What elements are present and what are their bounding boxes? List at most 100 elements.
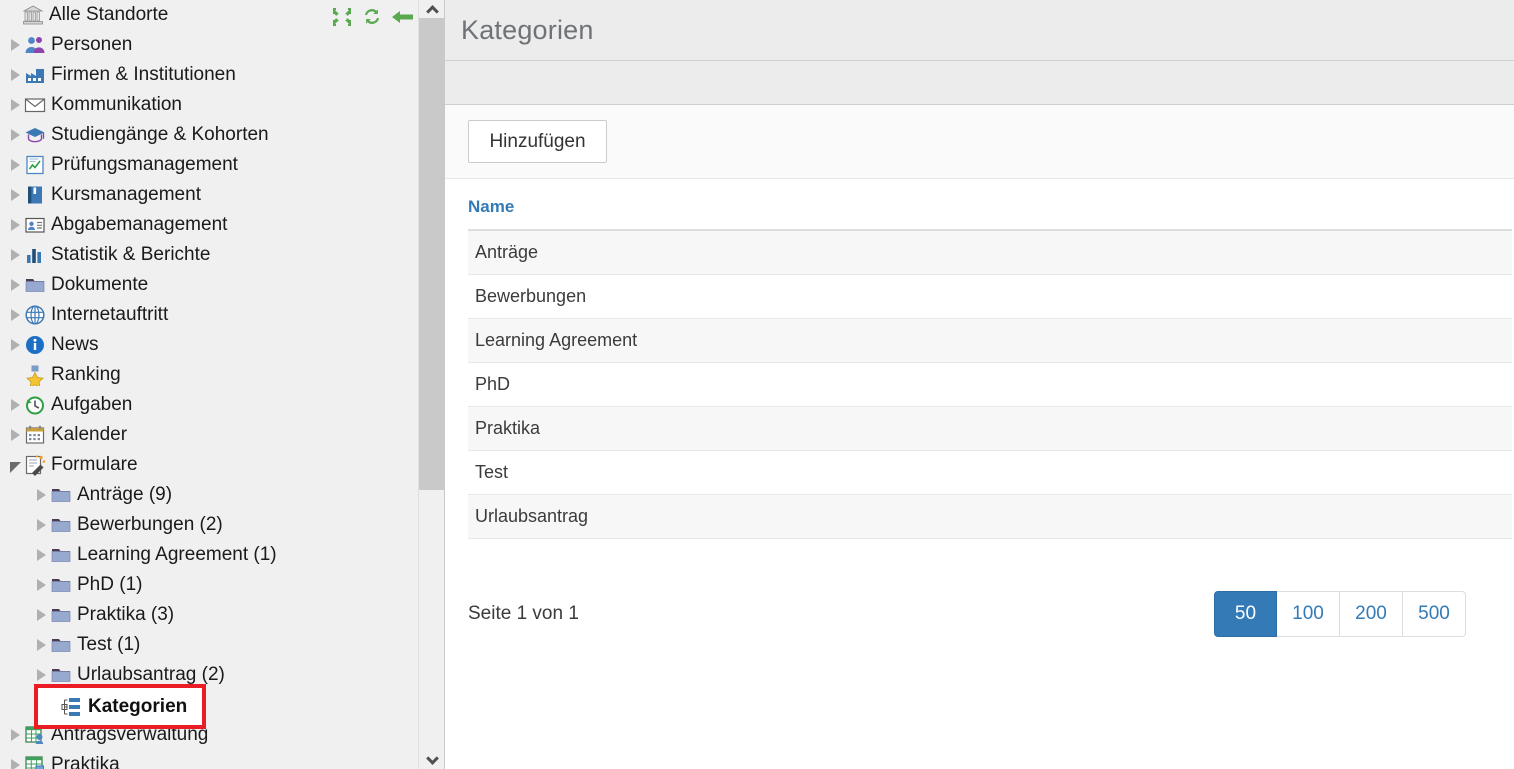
page-size-500[interactable]: 500	[1403, 590, 1466, 637]
expander-closed-icon[interactable]	[6, 300, 24, 330]
tree-item-pr-fungsmanagement[interactable]: Prüfungsmanagement	[0, 150, 418, 180]
table-head: Name	[468, 179, 1512, 231]
expander-closed-icon[interactable]	[6, 60, 24, 90]
tree-item-formulare[interactable]: Formulare	[0, 450, 418, 480]
tree-item-label: Urlaubsantrag (2)	[77, 664, 225, 685]
tree-item-label: Ranking	[51, 364, 121, 385]
table-row[interactable]: Test	[468, 450, 1512, 495]
tree-item-praktika[interactable]: Praktika	[0, 750, 418, 769]
users-icon	[24, 34, 46, 56]
expander-closed-icon[interactable]	[6, 390, 24, 420]
table-body: Anträge Bewerbungen Learning Agreement PhD P…	[468, 230, 1512, 539]
add-button[interactable]: Hinzufügen	[468, 120, 607, 163]
sidebar-scrollbar[interactable]	[418, 0, 444, 769]
expander-closed-icon[interactable]	[6, 120, 24, 150]
main-content: Kategorien Hinzufügen Name Anträge Bewerb…	[445, 0, 1514, 769]
refresh-icon[interactable]	[361, 6, 383, 33]
tree-item-kursmanagement[interactable]: Kursmanagement	[0, 180, 418, 210]
toolbar-strip	[445, 61, 1514, 105]
table-header-row: Name	[468, 179, 1512, 231]
tree-item-test-1[interactable]: Test (1)	[0, 630, 418, 660]
expander-closed-icon[interactable]	[32, 630, 50, 660]
expander-closed-icon[interactable]	[6, 420, 24, 450]
expander-closed-icon[interactable]	[6, 90, 24, 120]
table-container: Name Anträge Bewerbungen Learning Agreemen…	[445, 179, 1514, 539]
folder-icon	[50, 604, 72, 626]
tree-item-learning-agreement-1[interactable]: Learning Agreement (1)	[0, 540, 418, 570]
hierarchy-icon	[60, 696, 82, 718]
folder-icon	[50, 634, 72, 656]
highlight-box-content[interactable]: Kategorien	[34, 684, 206, 729]
tree-item-label: Aufgaben	[51, 394, 133, 415]
tree-item-label: Test (1)	[77, 634, 141, 655]
expander-closed-icon[interactable]	[6, 150, 24, 180]
tree-item-news[interactable]: News	[0, 330, 418, 360]
table-row[interactable]: Praktika	[468, 406, 1512, 451]
tree-item-kalender[interactable]: Kalender	[0, 420, 418, 450]
tree-item-abgabemanagement[interactable]: Abgabemanagement	[0, 210, 418, 240]
info-circle-icon	[24, 334, 46, 356]
tree-item-label: Learning Agreement (1)	[77, 544, 277, 565]
expander-closed-icon[interactable]	[6, 180, 24, 210]
calendar-icon	[24, 424, 46, 446]
highlight-label: Kategorien	[88, 695, 188, 717]
table-cell-name: Anträge	[468, 230, 1512, 275]
tree-item-studieng-nge-kohorten[interactable]: Studiengänge & Kohorten	[0, 120, 418, 150]
tree-item-dokumente[interactable]: Dokumente	[0, 270, 418, 300]
table-row[interactable]: Learning Agreement	[468, 318, 1512, 363]
expander-closed-icon[interactable]	[32, 510, 50, 540]
table-row[interactable]: PhD	[468, 362, 1512, 407]
page-size-50[interactable]: 50	[1214, 590, 1277, 637]
tree-item-label: Statistik & Berichte	[51, 244, 211, 265]
globe-icon	[24, 304, 46, 326]
scroll-down-button[interactable]	[419, 751, 444, 769]
expander-closed-icon[interactable]	[6, 270, 24, 300]
expander-closed-icon[interactable]	[6, 210, 24, 240]
scrollbar-thumb[interactable]	[419, 18, 444, 490]
table-row[interactable]: Anträge	[468, 230, 1512, 275]
page-size-100[interactable]: 100	[1277, 590, 1340, 637]
expander-closed-icon[interactable]	[6, 750, 24, 769]
navigation-tree[interactable]: Alle Standorte Personen Firmen & Instituti…	[0, 0, 418, 769]
table-row[interactable]: Bewerbungen	[468, 274, 1512, 319]
expander-open-icon[interactable]	[6, 450, 24, 480]
expander-closed-icon[interactable]	[6, 720, 24, 750]
tree-item-antr-ge-9[interactable]: Anträge (9)	[0, 480, 418, 510]
expander-closed-icon[interactable]	[6, 30, 24, 60]
tree-item-firmen-institutionen[interactable]: Firmen & Institutionen	[0, 60, 418, 90]
tree-item-kommunikation[interactable]: Kommunikation	[0, 90, 418, 120]
application-window: Alle Standorte Personen Firmen & Instituti…	[0, 0, 1514, 769]
expander-closed-icon[interactable]	[6, 330, 24, 360]
tree-item-personen[interactable]: Personen	[0, 30, 418, 60]
pagination: Seite 1 von 1 50 100 200 500	[445, 590, 1491, 637]
tree-item-label: Praktika	[51, 754, 120, 769]
table-cell-name: Learning Agreement	[468, 318, 1512, 363]
expander-closed-icon[interactable]	[32, 540, 50, 570]
chevron-down-icon	[425, 751, 439, 765]
page-title: Kategorien	[461, 14, 594, 45]
table-cell-name: Bewerbungen	[468, 274, 1512, 319]
tree-item-ranking[interactable]: Ranking	[0, 360, 418, 390]
scroll-up-button[interactable]	[419, 0, 444, 18]
tree-item-praktika-3[interactable]: Praktika (3)	[0, 600, 418, 630]
expander-closed-icon[interactable]	[32, 480, 50, 510]
tree-item-statistik-berichte[interactable]: Statistik & Berichte	[0, 240, 418, 270]
column-header-name[interactable]: Name	[468, 179, 1512, 231]
tree-item-aufgaben[interactable]: Aufgaben	[0, 390, 418, 420]
back-arrow-icon[interactable]	[391, 6, 415, 33]
tree-item-bewerbungen-2[interactable]: Bewerbungen (2)	[0, 510, 418, 540]
collapse-all-icon[interactable]	[331, 6, 353, 33]
navigation-sidebar: Alle Standorte Personen Firmen & Instituti…	[0, 0, 445, 769]
expander-closed-icon[interactable]	[6, 240, 24, 270]
page-size-200[interactable]: 200	[1340, 590, 1403, 637]
tree-item-label: Prüfungsmanagement	[51, 154, 238, 175]
tree-item-internetauftritt[interactable]: Internetauftritt	[0, 300, 418, 330]
factory-icon	[24, 64, 46, 86]
expander-closed-icon[interactable]	[32, 600, 50, 630]
tree-item-phd-1[interactable]: PhD (1)	[0, 570, 418, 600]
envelope-icon	[24, 94, 46, 116]
expander-closed-icon[interactable]	[32, 570, 50, 600]
categories-table: Name Anträge Bewerbungen Learning Agreemen…	[468, 179, 1512, 539]
table-row[interactable]: Urlaubsantrag	[468, 494, 1512, 539]
tree-item-label: Praktika (3)	[77, 604, 175, 625]
